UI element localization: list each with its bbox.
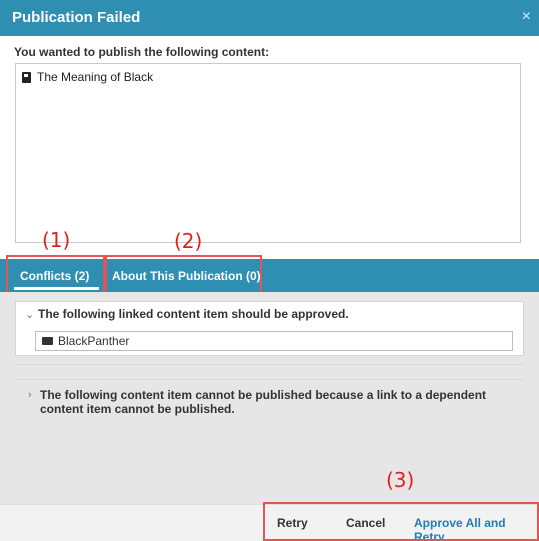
dialog-title: Publication Failed: [12, 9, 141, 26]
approve-all-retry-button[interactable]: Approve All and Retry: [414, 516, 539, 541]
annotation-2: (2): [174, 229, 203, 253]
conflict-heading-dependent[interactable]: The following content item cannot be pub…: [40, 388, 530, 416]
page-icon: [22, 71, 31, 83]
conflict-group-approve: ⌄ The following linked content item shou…: [15, 301, 524, 356]
conflict-heading[interactable]: The following linked content item should…: [38, 307, 349, 321]
linked-item[interactable]: BlackPanther: [35, 331, 513, 351]
cancel-button[interactable]: Cancel: [346, 516, 385, 530]
active-tab-indicator: [14, 287, 100, 290]
tab-conflicts-label: Conflicts (2): [20, 268, 90, 283]
tab-about-label: About This Publication (0): [112, 268, 261, 283]
film-icon: [42, 337, 53, 345]
dialog-footer: Retry Cancel Approve All and Retry: [0, 504, 539, 541]
content-item-label: The Meaning of Black: [37, 70, 154, 84]
retry-button[interactable]: Retry: [277, 516, 308, 530]
linked-item-label: BlackPanther: [58, 334, 130, 348]
close-icon[interactable]: ×: [522, 8, 531, 26]
intro-text: You wanted to publish the following cont…: [14, 45, 270, 59]
annotation-3: (3): [386, 468, 415, 492]
tab-bar: Conflicts (2) About This Publication (0): [0, 259, 539, 292]
chevron-down-icon[interactable]: ⌄: [25, 308, 34, 321]
chevron-right-icon[interactable]: ›: [28, 389, 32, 401]
tab-about-publication[interactable]: About This Publication (0): [112, 259, 261, 292]
divider: [15, 364, 524, 380]
tab-conflicts[interactable]: Conflicts (2): [14, 259, 100, 292]
content-list: The Meaning of Black: [15, 63, 521, 243]
dialog-title-bar: Publication Failed ×: [0, 0, 539, 36]
annotation-1: (1): [42, 228, 71, 252]
content-item[interactable]: The Meaning of Black: [22, 70, 153, 84]
conflicts-panel: ⌄ The following linked content item shou…: [0, 292, 539, 504]
